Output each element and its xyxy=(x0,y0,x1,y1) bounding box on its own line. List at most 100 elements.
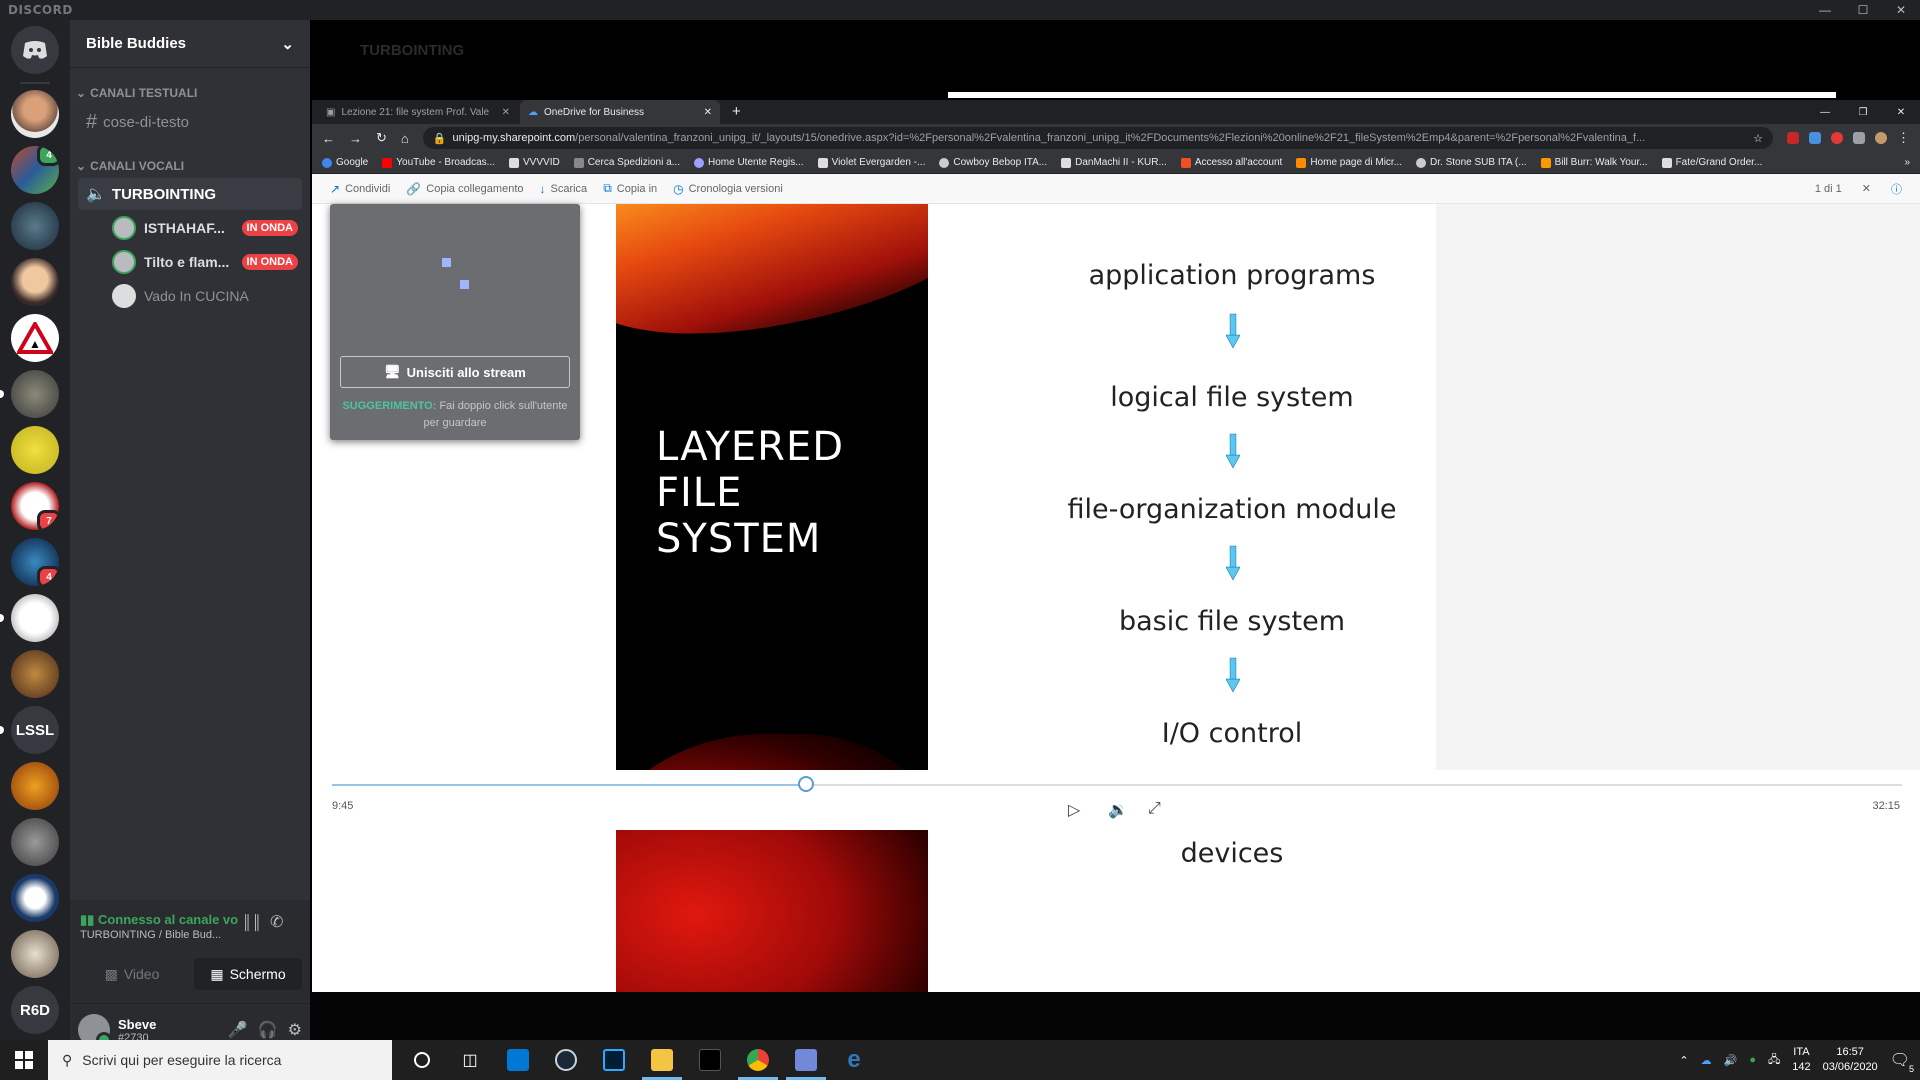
bookmark[interactable]: Accesso all'account xyxy=(1180,157,1282,168)
server-avatar[interactable]: 4 xyxy=(11,146,59,194)
network-icon[interactable]: 🖧 xyxy=(1768,1051,1780,1070)
headphones-icon[interactable]: 🎧 xyxy=(258,1020,278,1040)
bookmark[interactable]: Fate/Grand Order... xyxy=(1661,157,1762,168)
chrome-icon[interactable] xyxy=(734,1040,782,1080)
voice-user[interactable]: Tilto e flam... IN ONDA xyxy=(108,245,302,279)
download-button[interactable]: ↓ Scarica xyxy=(540,182,588,196)
playlist-icon[interactable] xyxy=(1853,132,1865,144)
info-icon[interactable]: ⓘ xyxy=(1891,181,1902,197)
new-tab-icon[interactable]: + xyxy=(722,103,751,124)
discord-home-icon[interactable] xyxy=(11,26,59,74)
category-text[interactable]: ⌄ CANALI TESTUALI xyxy=(70,68,310,104)
bookmark[interactable]: Home Utente Regis... xyxy=(693,157,804,168)
forward-icon[interactable]: → xyxy=(349,131,362,146)
server-avatar[interactable] xyxy=(11,650,59,698)
seek-handle[interactable] xyxy=(798,776,815,792)
bookmark[interactable]: Violet Evergarden -... xyxy=(817,157,925,168)
maximize-icon[interactable]: ☐ xyxy=(1844,0,1882,20)
voice-user[interactable]: Vado In CUCINA xyxy=(108,279,302,313)
close-icon[interactable]: ✕ xyxy=(1882,107,1920,124)
voice-location[interactable]: TURBOINTING / Bible Bud... xyxy=(80,929,240,941)
task-view-icon[interactable]: ◫ xyxy=(446,1040,494,1080)
server-avatar[interactable] xyxy=(11,202,59,250)
bookmark[interactable]: VVVVID xyxy=(509,157,560,168)
close-icon[interactable]: ✕ xyxy=(1862,182,1871,195)
terminal-icon[interactable] xyxy=(686,1040,734,1080)
minimize-icon[interactable]: — xyxy=(1806,107,1844,124)
server-avatar[interactable] xyxy=(11,370,59,418)
voice-channel-turbointing[interactable]: 🔈 TURBOINTING xyxy=(78,178,302,210)
copy-to-button[interactable]: ⧉ Copia in xyxy=(603,181,657,196)
close-icon[interactable]: ✕ xyxy=(1882,0,1920,20)
bookmark[interactable]: Dr. Stone SUB ITA (... xyxy=(1416,157,1527,168)
windows-start-icon[interactable] xyxy=(0,1040,48,1080)
seek-bar[interactable] xyxy=(332,784,1902,786)
star-icon[interactable]: ☆ xyxy=(1753,132,1763,145)
stream-view[interactable]: TURBOINTING ▣ Lezione 21: file system Pro… xyxy=(310,20,1920,1040)
close-icon[interactable]: ✕ xyxy=(502,107,510,118)
url-field[interactable]: 🔒 unipg-my.sharepoint.com/personal/valen… xyxy=(422,127,1773,149)
input-language[interactable]: ITA 142 xyxy=(1792,1045,1810,1075)
taskbar-search[interactable]: ⚲ Scrivi qui per eseguire la ricerca xyxy=(48,1040,392,1080)
home-icon[interactable]: ⌂ xyxy=(401,131,409,146)
file-explorer-icon[interactable] xyxy=(638,1040,686,1080)
extension-icon[interactable] xyxy=(1831,132,1843,144)
server-avatar[interactable] xyxy=(11,594,59,642)
tab-onedrive[interactable]: ☁ OneDrive for Business ✕ xyxy=(520,100,720,124)
menu-icon[interactable]: ⋮ xyxy=(1897,130,1910,146)
screen-share-button[interactable]: ▦ Schermo xyxy=(194,958,302,990)
discord-icon[interactable] xyxy=(782,1040,830,1080)
channel-cose-di-testo[interactable]: # cose-di-testo xyxy=(78,105,302,140)
disconnect-icon[interactable]: ✆ xyxy=(270,912,283,932)
extension-icon[interactable] xyxy=(1809,132,1821,144)
bookmark[interactable]: Cowboy Bebop ITA... xyxy=(939,157,1047,168)
noise-suppression-icon[interactable]: ║║ xyxy=(242,914,262,930)
version-history-button[interactable]: ◷ Cronologia versioni xyxy=(673,182,783,196)
notifications-icon[interactable]: 🗨 5 xyxy=(1890,1050,1914,1074)
server-avatar[interactable] xyxy=(11,930,59,978)
fullscreen-icon[interactable]: ⤢ xyxy=(1148,800,1161,818)
bookmark[interactable]: DanMachi II - KUR... xyxy=(1061,157,1167,168)
server-avatar[interactable]: 7 xyxy=(11,482,59,530)
warning-sign-icon[interactable]: ▲ xyxy=(11,314,59,362)
cortana-icon[interactable] xyxy=(398,1040,446,1080)
bookmark[interactable]: Home page di Micr... xyxy=(1296,157,1402,168)
reload-icon[interactable]: ↻ xyxy=(376,130,387,146)
volume-icon[interactable]: 🔉 xyxy=(1108,800,1128,820)
bookmark[interactable]: Bill Burr: Walk Your... xyxy=(1540,157,1648,168)
minimize-icon[interactable]: — xyxy=(1806,0,1844,20)
gear-icon[interactable]: ⚙ xyxy=(288,1020,302,1040)
video-viewer[interactable]: LAYERED FILE SYSTEM application programs… xyxy=(312,204,1920,992)
microphone-icon[interactable]: 🎤 xyxy=(228,1020,248,1040)
photoshop-icon[interactable] xyxy=(590,1040,638,1080)
close-icon[interactable]: ✕ xyxy=(704,107,712,118)
bookmark[interactable]: Cerca Spedizioni a... xyxy=(573,157,680,168)
category-voice[interactable]: ⌄ CANALI VOCALI xyxy=(70,141,310,177)
status-icon[interactable]: ● xyxy=(1749,1054,1756,1066)
clock[interactable]: 16:57 03/06/2020 xyxy=(1823,1045,1878,1075)
copy-link-button[interactable]: 🔗 Copia collegamento xyxy=(406,182,523,196)
server-lssl[interactable]: LSSL xyxy=(11,706,59,754)
server-avatar[interactable]: 4 xyxy=(11,538,59,586)
guild-header[interactable]: Bible Buddies ⌄ xyxy=(70,20,310,68)
tab-lezione[interactable]: ▣ Lezione 21: file system Prof. Vale ✕ xyxy=(318,100,518,124)
voice-user[interactable]: ISTHAHAF... IN ONDA xyxy=(108,211,302,245)
bookmark[interactable]: YouTube - Broadcas... xyxy=(382,157,495,168)
server-avatar[interactable] xyxy=(11,874,59,922)
video-button[interactable]: ▩ Video xyxy=(78,958,186,990)
server-avatar[interactable] xyxy=(11,426,59,474)
server-avatar[interactable] xyxy=(11,762,59,810)
server-avatar[interactable] xyxy=(11,258,59,306)
restore-icon[interactable]: ❐ xyxy=(1844,107,1882,124)
server-avatar[interactable] xyxy=(11,818,59,866)
share-button[interactable]: ↗ Condividi xyxy=(330,182,390,196)
play-icon[interactable]: ▷ xyxy=(1068,800,1080,820)
onedrive-icon[interactable]: ☁ xyxy=(1701,1054,1712,1067)
server-r6d[interactable]: R6D xyxy=(11,986,59,1034)
back-icon[interactable]: ← xyxy=(322,131,335,146)
server-avatar[interactable] xyxy=(11,90,59,138)
profile-icon[interactable] xyxy=(1875,132,1887,144)
chevron-up-icon[interactable]: ⌃ xyxy=(1679,1054,1688,1067)
edge-icon[interactable]: e xyxy=(830,1040,878,1080)
steam-icon[interactable] xyxy=(542,1040,590,1080)
